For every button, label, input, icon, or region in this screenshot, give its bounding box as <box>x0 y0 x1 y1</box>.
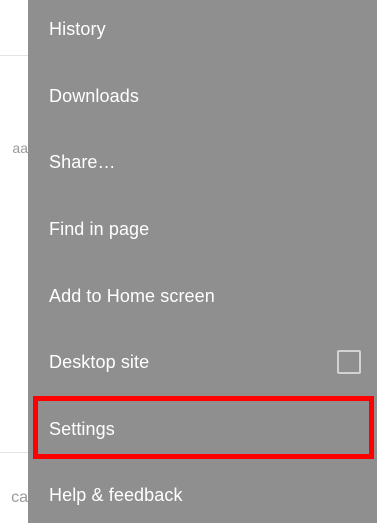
desktop-site-checkbox[interactable] <box>337 350 361 374</box>
menu-item-find-in-page[interactable]: Find in page <box>28 196 377 262</box>
menu-item-label: Help & feedback <box>49 484 183 505</box>
menu-item-label: Desktop site <box>49 351 150 372</box>
menu-item-share[interactable]: Share… <box>28 129 377 195</box>
background-text-fragment: ca <box>11 489 28 506</box>
menu-item-label: Settings <box>49 418 115 439</box>
menu-item-downloads[interactable]: Downloads <box>28 63 377 129</box>
menu-item-desktop-site[interactable]: Desktop site <box>28 329 377 395</box>
overflow-menu: History Downloads Share… Find in page Ad… <box>28 0 377 523</box>
menu-item-history[interactable]: History <box>28 0 377 62</box>
menu-item-label: Share… <box>49 151 116 172</box>
menu-item-label: Downloads <box>49 85 139 106</box>
background-divider <box>0 452 28 453</box>
menu-item-label: Find in page <box>49 218 150 239</box>
background-text-fragment: aa <box>12 140 28 156</box>
menu-item-label: Add to Home screen <box>49 285 215 306</box>
background-divider <box>0 55 28 56</box>
menu-item-help-feedback[interactable]: Help & feedback <box>28 462 377 523</box>
menu-item-add-to-home-screen[interactable]: Add to Home screen <box>28 263 377 329</box>
menu-item-label: History <box>49 18 106 39</box>
menu-item-settings[interactable]: Settings <box>28 396 377 462</box>
